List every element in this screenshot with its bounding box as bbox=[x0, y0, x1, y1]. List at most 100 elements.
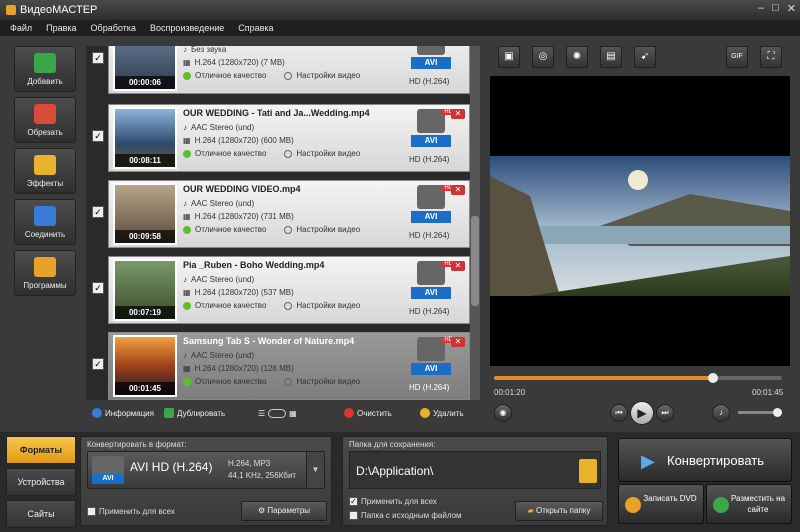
effects-icon[interactable]: ▤ bbox=[600, 46, 622, 68]
list-item[interactable]: ✓ 00:00:06 ♪ Без звука ▦ H.264 (1280x720) … bbox=[86, 46, 470, 96]
menu-edit[interactable]: Правка bbox=[46, 23, 76, 33]
file-name: Pia _Ruben - Boho Wedding.mp4 bbox=[183, 260, 325, 270]
view-toggle[interactable]: ☰ ▦ bbox=[258, 408, 297, 418]
programs-icon bbox=[34, 256, 56, 277]
brightness-icon[interactable]: ✺ bbox=[566, 46, 588, 68]
info-button[interactable]: Информация bbox=[92, 408, 154, 418]
chevron-down-icon[interactable]: ▼ bbox=[306, 452, 324, 488]
file-list: ✓ 00:00:06 ♪ Без звука ▦ H.264 (1280x720) … bbox=[86, 46, 470, 400]
list-view-icon: ☰ bbox=[258, 408, 266, 418]
source-folder-checkbox[interactable]: Папка с исходным файлом bbox=[349, 511, 462, 521]
video-settings-link[interactable]: Настройки видео bbox=[296, 377, 360, 386]
clear-button[interactable]: Очистить bbox=[344, 408, 392, 418]
sidebar: Добавить Обрезать Эффекты Соединить Прог… bbox=[14, 46, 76, 301]
publish-web-button[interactable]: Разместить на сайте bbox=[706, 484, 792, 524]
remove-file-icon[interactable]: ✕ bbox=[451, 337, 465, 347]
video-settings-link[interactable]: Настройки видео bbox=[296, 149, 360, 158]
burn-dvd-button[interactable]: Записать DVD bbox=[618, 484, 704, 524]
title-bar: ВидеоМАСТЕР – □ ✕ bbox=[0, 0, 800, 20]
programs-button[interactable]: Программы bbox=[14, 250, 76, 296]
add-button[interactable]: Добавить bbox=[14, 46, 76, 92]
add-icon bbox=[34, 52, 56, 73]
remove-file-icon[interactable]: ✕ bbox=[451, 261, 465, 271]
player-controls: ◉ ⏮ ▶ ⏭ ♪ bbox=[490, 400, 790, 428]
snapshot-icon[interactable]: ◉ bbox=[494, 404, 512, 422]
delete-icon bbox=[420, 408, 430, 418]
timeline-slider[interactable] bbox=[494, 373, 782, 383]
camera-icon bbox=[417, 337, 445, 361]
list-toolbar: Информация Дублировать ☰ ▦ Очистить Удали… bbox=[86, 404, 480, 422]
list-item[interactable]: ✓ 00:08:11 OUR WEDDING - Tati and Ja...W… bbox=[86, 102, 470, 174]
file-checkbox[interactable]: ✓ bbox=[92, 130, 104, 142]
remove-file-icon[interactable]: ✕ bbox=[451, 109, 465, 119]
video-settings-link[interactable]: Настройки видео bbox=[296, 225, 360, 234]
format-badge[interactable]: AVI bbox=[409, 46, 453, 69]
menu-process[interactable]: Обработка bbox=[91, 23, 136, 33]
tab-devices[interactable]: Устройства bbox=[6, 468, 76, 496]
video-settings-link[interactable]: Настройки видео bbox=[296, 301, 360, 310]
folder-apply-all-checkbox[interactable]: ✓ Применить для всех bbox=[349, 497, 437, 507]
apply-all-checkbox[interactable]: Применить для всех bbox=[87, 507, 175, 517]
speed-icon[interactable]: ➹ bbox=[634, 46, 656, 68]
tab-sites[interactable]: Сайты bbox=[6, 500, 76, 528]
video-thumbnail: 00:01:45 bbox=[113, 335, 177, 397]
effects-button[interactable]: Эффекты bbox=[14, 148, 76, 194]
browse-folder-icon[interactable] bbox=[579, 459, 597, 483]
fullscreen-icon[interactable]: ⛶ bbox=[760, 46, 782, 68]
file-checkbox[interactable]: ✓ bbox=[92, 282, 104, 294]
list-item[interactable]: ✓ 00:01:45 Samsung Tab S - Wonder of Nat… bbox=[86, 330, 470, 400]
toggle-icon bbox=[268, 408, 287, 418]
menu-file[interactable]: Файл bbox=[10, 23, 32, 33]
grid-view-icon: ▦ bbox=[289, 408, 297, 418]
minimize-icon[interactable]: – bbox=[758, 2, 764, 15]
file-checkbox[interactable]: ✓ bbox=[92, 206, 104, 218]
format-select[interactable]: AVI AVI HD (H.264) H.264, MP3 44,1 KHz, 2… bbox=[87, 451, 325, 489]
film-icon: ▦ bbox=[183, 136, 191, 145]
prev-icon[interactable]: ⏮ bbox=[610, 404, 628, 422]
delete-button[interactable]: Удалить bbox=[420, 408, 464, 418]
speaker-icon: ♪ bbox=[183, 46, 187, 54]
join-button[interactable]: Соединить bbox=[14, 199, 76, 245]
close-icon[interactable]: ✕ bbox=[787, 2, 796, 15]
remove-file-icon[interactable]: ✕ bbox=[451, 185, 465, 195]
stabilize-icon[interactable]: ◎ bbox=[532, 46, 554, 68]
convert-button[interactable]: ▶ Конвертировать bbox=[618, 438, 792, 482]
video-thumbnail: 00:09:58 bbox=[113, 183, 177, 245]
volume-icon[interactable]: ♪ bbox=[712, 404, 730, 422]
menu-playback[interactable]: Воспроизведение bbox=[150, 23, 224, 33]
tab-formats[interactable]: Форматы bbox=[6, 436, 76, 464]
play-icon[interactable]: ▶ bbox=[630, 401, 654, 425]
list-item[interactable]: ✓ 00:09:58 OUR WEDDING VIDEO.mp4 ♪ AAC St… bbox=[86, 178, 470, 250]
file-checkbox[interactable]: ✓ bbox=[92, 358, 104, 370]
join-icon bbox=[34, 205, 56, 226]
folder-path-input[interactable]: D:\Application\ bbox=[349, 451, 601, 489]
gif-icon[interactable]: GIF bbox=[726, 46, 748, 68]
app-window: ВидеоМАСТЕР – □ ✕ Файл Правка Обработка … bbox=[0, 0, 800, 531]
video-settings-link[interactable]: Настройки видео bbox=[296, 71, 360, 80]
timeline-knob[interactable] bbox=[708, 373, 718, 383]
folder-icon: ▰ bbox=[527, 506, 537, 515]
dvd-icon bbox=[625, 497, 641, 513]
list-item[interactable]: ✓ 00:07:19 Pia _Ruben - Boho Wedding.mp4… bbox=[86, 254, 470, 326]
video-preview[interactable] bbox=[490, 76, 790, 366]
info-icon bbox=[92, 408, 102, 418]
film-icon: ▦ bbox=[183, 212, 191, 221]
trim-button[interactable]: Обрезать bbox=[14, 97, 76, 143]
current-time: 00:01:20 bbox=[494, 388, 526, 397]
duplicate-icon bbox=[164, 408, 174, 418]
menu-help[interactable]: Справка bbox=[238, 23, 273, 33]
next-icon[interactable]: ⏭ bbox=[656, 404, 674, 422]
params-button[interactable]: ⚙ Параметры bbox=[241, 501, 327, 521]
volume-slider[interactable] bbox=[738, 408, 782, 417]
crop-icon[interactable]: ▣ bbox=[498, 46, 520, 68]
maximize-icon[interactable]: □ bbox=[772, 2, 779, 15]
format-badge[interactable]: AVI HD bbox=[409, 261, 455, 299]
open-folder-button[interactable]: ▰ Открыть папку bbox=[515, 501, 603, 521]
gear-icon bbox=[284, 71, 293, 80]
list-scrollbar[interactable] bbox=[470, 46, 480, 400]
file-checkbox[interactable]: ✓ bbox=[92, 52, 104, 64]
format-badge[interactable]: AVI HD bbox=[409, 185, 455, 223]
format-badge[interactable]: AVI HD bbox=[409, 337, 455, 375]
format-badge[interactable]: AVI HD bbox=[409, 109, 455, 147]
duplicate-button[interactable]: Дублировать bbox=[164, 408, 225, 418]
